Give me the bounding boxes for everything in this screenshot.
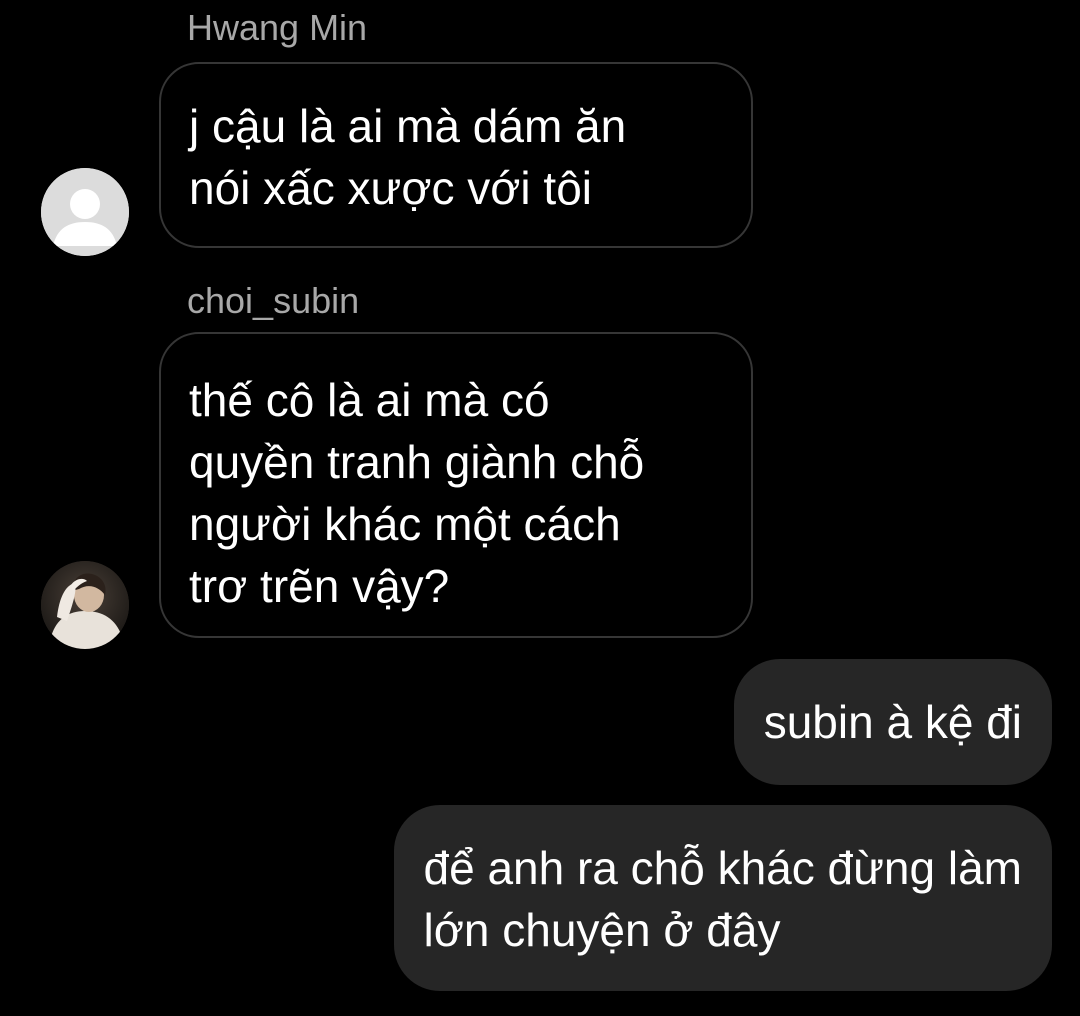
message-text-line: để anh ra chỗ khác đừng làm [423,842,1023,894]
sender-name: choi_subin [187,280,360,321]
message-text-line: lớn chuyện ở đây [423,904,781,956]
message-text-line: trơ trẽn vậy? [189,560,450,612]
incoming-message-bubble[interactable]: thế cô là ai mà có quyền tranh giành chỗ… [159,332,753,638]
message-text-line: nói xấc xược với tôi [189,162,593,214]
incoming-message-bubble[interactable]: j cậu là ai mà dám ăn nói xấc xược với t… [159,62,753,248]
outgoing-message-bubble[interactable]: subin à kệ đi [733,659,1052,785]
message-text-line: subin à kệ đi [763,696,1022,748]
sender-name: Hwang Min [187,7,368,48]
message-text-line: người khác một cách [189,498,621,550]
message-text-line: j cậu là ai mà dám ăn [189,100,627,152]
default-user-avatar-icon[interactable] [41,168,129,256]
outgoing-message-bubble[interactable]: để anh ra chỗ khác đừng làm lớn chuyện ở… [393,805,1052,991]
message-text-line: quyền tranh giành chỗ [189,436,645,488]
user-photo-avatar[interactable] [41,561,129,649]
message-text-line: thế cô là ai mà có [189,374,550,426]
